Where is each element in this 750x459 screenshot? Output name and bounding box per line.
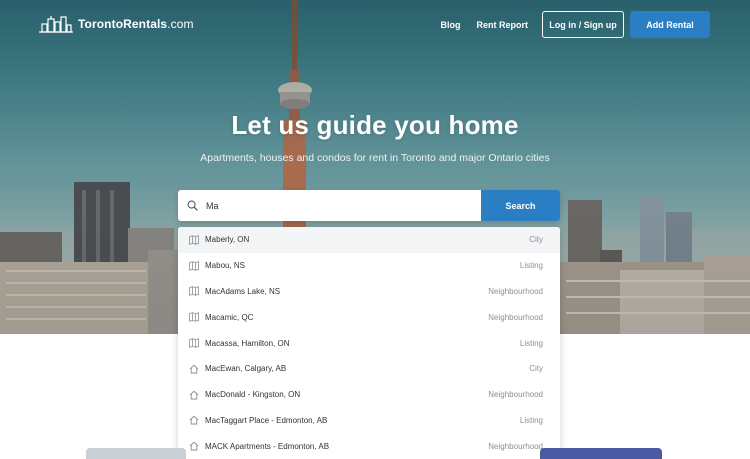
map-icon xyxy=(189,260,199,271)
suggestion-type: Neighbourhood xyxy=(488,441,543,451)
brand-name: TorontoRentals.com xyxy=(78,17,194,31)
search-bar: Search xyxy=(178,190,560,221)
suggestion-item[interactable]: Macassa, Hamilton, ON Listing xyxy=(178,330,560,356)
search-field[interactable] xyxy=(178,190,481,221)
search-button[interactable]: Search xyxy=(481,190,560,221)
suggestion-item[interactable]: MacDonald - Kingston, ON Neighbourhood xyxy=(178,382,560,408)
home-icon xyxy=(189,415,199,425)
suggestion-name: MacTaggart Place - Edmonton, AB xyxy=(205,415,328,425)
suggestion-name: Macamic, QC xyxy=(205,312,254,322)
suggestion-item[interactable]: MacEwan, Calgary, AB City xyxy=(178,356,560,382)
suggestion-name: MacDonald - Kingston, ON xyxy=(205,390,301,400)
suggestion-type: City xyxy=(529,235,543,245)
suggestion-item[interactable]: Mabou, NS Listing xyxy=(178,253,560,279)
suggestion-type: City xyxy=(529,364,543,374)
nav-blog-link[interactable]: Blog xyxy=(441,20,461,30)
home-icon xyxy=(189,390,199,400)
top-nav: Blog Rent Report Log in / Sign up Add Re… xyxy=(441,11,710,38)
city-skyline-logo-icon xyxy=(39,16,73,33)
map-icon xyxy=(189,338,199,348)
suggestion-name: Macassa, Hamilton, ON xyxy=(205,338,290,348)
suggestion-item[interactable]: MACK Apartments - Edmonton, AB Neighbour… xyxy=(178,433,560,459)
login-signup-button[interactable]: Log in / Sign up xyxy=(542,11,624,38)
suggestion-name: MACK Apartments - Edmonton, AB xyxy=(205,441,330,451)
suggestion-name: MacAdams Lake, NS xyxy=(205,286,281,296)
suggestion-item[interactable]: MacAdams Lake, NS Neighbourhood xyxy=(178,279,560,305)
home-icon xyxy=(189,364,199,374)
add-rental-button[interactable]: Add Rental xyxy=(630,11,710,38)
map-icon xyxy=(189,235,199,245)
nav-rent-report-link[interactable]: Rent Report xyxy=(477,20,529,30)
suggestion-item[interactable]: Macamic, QC Neighbourhood xyxy=(178,304,560,330)
suggestion-type: Neighbourhood xyxy=(488,286,543,296)
suggestion-name: Maberly, ON xyxy=(205,235,250,245)
suggestion-name: MacEwan, Calgary, AB xyxy=(205,364,287,374)
search-icon xyxy=(187,200,198,211)
map-icon xyxy=(189,286,199,297)
map-icon xyxy=(189,312,199,322)
site-logo[interactable]: TorontoRentals.com xyxy=(38,14,194,34)
suggestion-item[interactable]: MacTaggart Place - Edmonton, AB Listing xyxy=(178,408,560,434)
suggestion-type: Neighbourhood xyxy=(488,390,543,400)
suggestion-type: Listing xyxy=(519,261,543,271)
suggestion-item[interactable]: Maberly, ON City xyxy=(178,227,560,253)
hero-title: Let us guide you home xyxy=(231,110,519,140)
search-suggestions-dropdown: Maberly, ON City Mabou, NS Listing MacAd… xyxy=(178,227,560,459)
search-input[interactable] xyxy=(206,195,466,216)
suggestion-name: Mabou, NS xyxy=(205,261,246,271)
hero-subtitle: Apartments, houses and condos for rent i… xyxy=(200,152,550,164)
featured-card-promo[interactable] xyxy=(540,448,662,459)
suggestion-type: Neighbourhood xyxy=(488,312,543,322)
home-icon xyxy=(189,441,199,451)
suggestion-type: Listing xyxy=(519,415,543,425)
suggestion-type: Listing xyxy=(519,338,543,348)
featured-card-image[interactable] xyxy=(86,448,186,459)
